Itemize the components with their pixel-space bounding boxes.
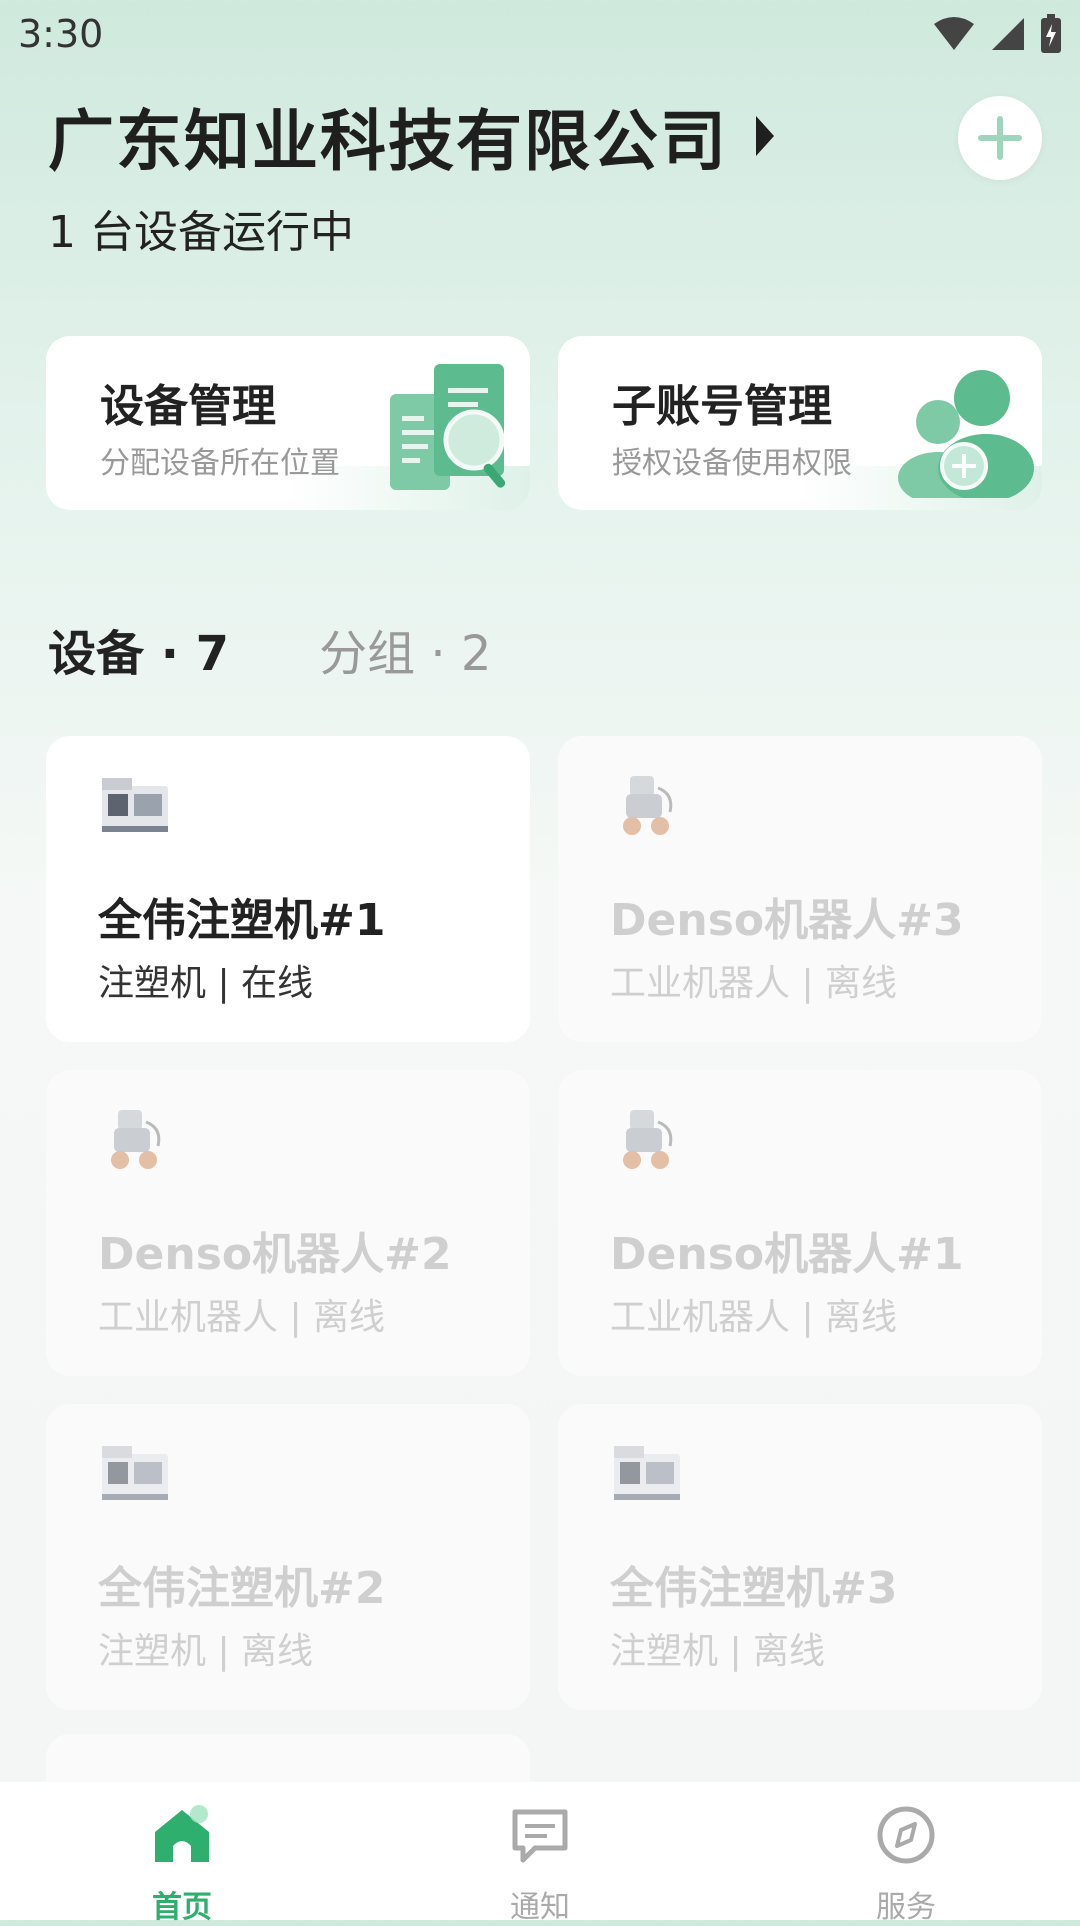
robot-icon (111, 1110, 161, 1169)
injection-machine-icon (614, 1446, 680, 1500)
device-management-card[interactable]: 设备管理 分配设备所在位置 (46, 336, 530, 510)
device-meta: 工业机器人 | 离线 (610, 1297, 898, 1338)
add-user-icon (898, 370, 1034, 498)
status-bar: 3:30 (0, 0, 1080, 70)
injection-machine-icon (102, 1446, 168, 1500)
device-card[interactable]: 全伟注塑机#2 注塑机 | 离线 (46, 1404, 530, 1710)
device-name: 全伟注塑机#2 (98, 1563, 386, 1614)
device-name: Denso机器人#1 (610, 1229, 964, 1280)
nav-label: 通知 (510, 1890, 570, 1925)
add-button[interactable] (958, 96, 1042, 180)
tab-groups[interactable]: 分组 · 2 (319, 614, 491, 684)
wifi-icon (934, 17, 974, 50)
status-icons (932, 14, 1062, 54)
injection-machine-icon (102, 778, 168, 832)
battery-charging-icon (1041, 14, 1061, 53)
running-devices-text: 1 台设备运行中 (48, 207, 354, 258)
message-icon (512, 1809, 568, 1863)
device-meta: 工业机器人 | 离线 (610, 963, 898, 1004)
device-meta: 注塑机 | 在线 (98, 963, 314, 1004)
device-card[interactable]: Denso机器人#1 工业机器人 | 离线 (558, 1070, 1042, 1376)
device-card[interactable]: 全伟注塑机#1 注塑机 | 在线 (46, 736, 530, 1042)
feature-title: 子账号管理 (612, 381, 832, 432)
robot-icon (623, 776, 673, 835)
nav-services[interactable]: 服务 (806, 1782, 1006, 1925)
document-search-icon (390, 364, 506, 490)
nav-label: 服务 (876, 1890, 936, 1925)
tab-devices[interactable]: 设备 · 7 (48, 614, 229, 684)
device-card[interactable]: 全伟注塑机#3 注塑机 | 离线 (558, 1404, 1042, 1710)
sub-account-management-card[interactable]: 子账号管理 授权设备使用权限 (558, 336, 1042, 510)
device-group-tabs: 设备 · 7 分组 · 2 (48, 614, 491, 684)
device-meta: 注塑机 | 离线 (610, 1631, 826, 1672)
nav-home[interactable]: 首页 (82, 1782, 282, 1925)
device-meta: 注塑机 | 离线 (98, 1631, 314, 1672)
home-icon (155, 1805, 209, 1862)
status-time: 3:30 (18, 12, 104, 56)
device-name: 全伟注塑机#3 (610, 1563, 898, 1614)
cellular-signal-icon (992, 18, 1024, 50)
device-meta: 工业机器人 | 离线 (98, 1297, 386, 1338)
feature-subtitle: 授权设备使用权限 (612, 446, 852, 481)
feature-subtitle: 分配设备所在位置 (100, 446, 340, 481)
robot-icon (623, 1110, 673, 1169)
nav-notifications[interactable]: 通知 (440, 1782, 640, 1925)
feature-title: 设备管理 (100, 381, 276, 432)
device-card[interactable]: Denso机器人#2 工业机器人 | 离线 (46, 1070, 530, 1376)
company-name: 广东知业科技有限公司 (48, 103, 728, 180)
device-name: Denso机器人#3 (610, 895, 964, 946)
device-card[interactable]: Denso机器人#3 工业机器人 | 离线 (558, 736, 1042, 1042)
compass-icon (877, 1806, 935, 1864)
company-selector[interactable]: 广东知业科技有限公司 (48, 88, 774, 184)
bottom-navigation: 首页 通知 服务 (0, 1782, 1080, 1925)
device-name: 全伟注塑机#1 (98, 895, 386, 946)
device-name: Denso机器人#2 (98, 1229, 452, 1280)
nav-label: 首页 (152, 1890, 212, 1925)
caret-right-icon (756, 116, 774, 156)
